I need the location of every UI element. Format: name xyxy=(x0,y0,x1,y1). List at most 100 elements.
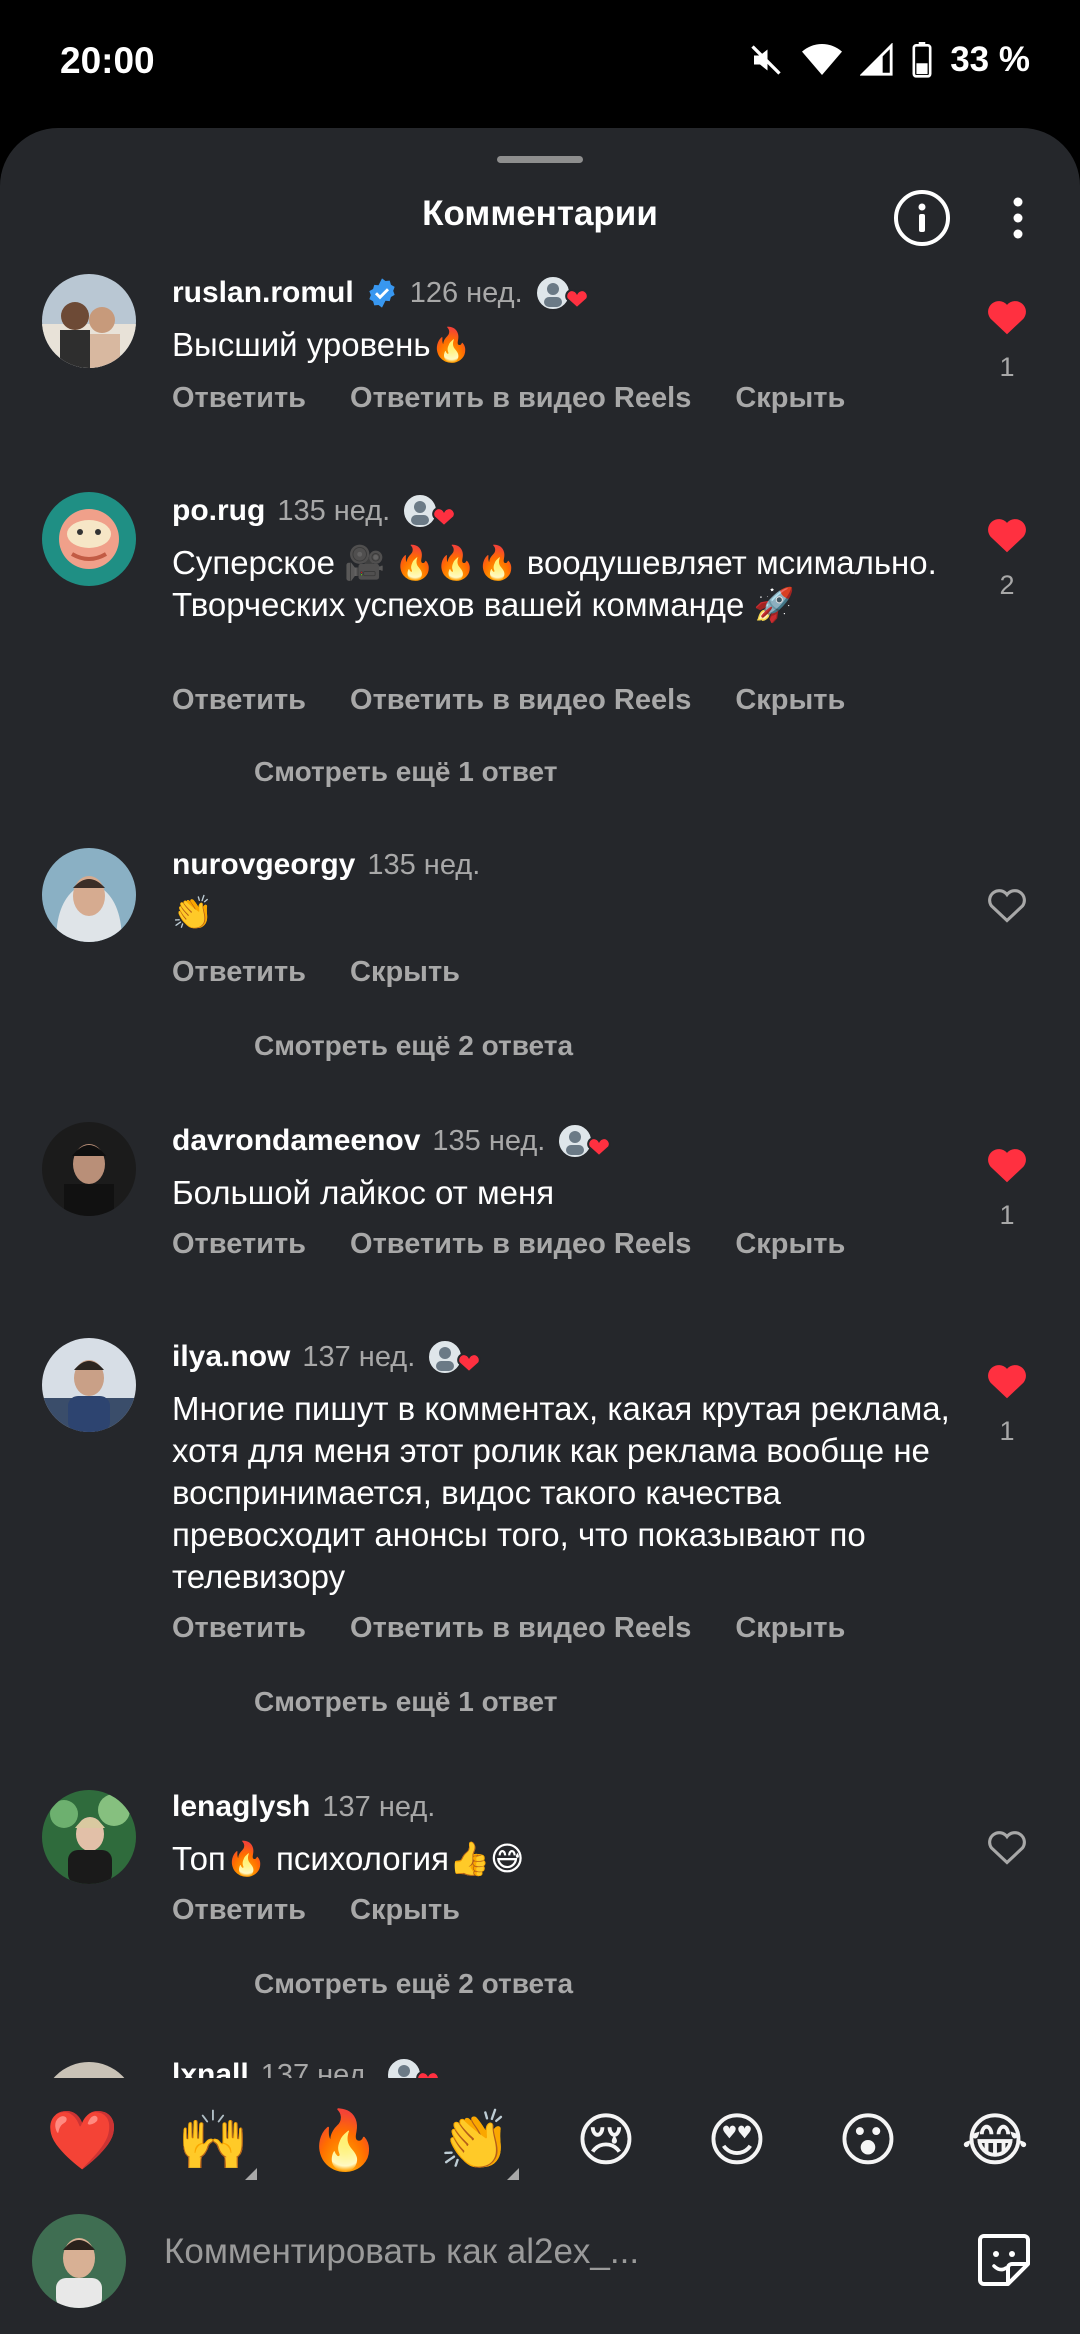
heart-icon xyxy=(988,1365,1026,1399)
comment-actions: Ответить Ответить в видео Reels Скрыть xyxy=(172,684,845,717)
like-count: 2 xyxy=(999,570,1015,600)
reaction-clap[interactable]: 👏 xyxy=(439,2104,519,2180)
like-count: 1 xyxy=(999,352,1015,382)
comment-composer: Комментировать как al2ex_... xyxy=(0,2204,1080,2334)
comment-input[interactable]: Комментировать как al2ex_... xyxy=(164,2232,639,2272)
comment-actions: Ответить Скрыть xyxy=(172,1894,460,1927)
reply-in-reels-button[interactable]: Ответить в видео Reels xyxy=(350,1228,691,1261)
heart-outline-icon xyxy=(988,1831,1026,1865)
reply-button[interactable]: Ответить xyxy=(172,1228,306,1261)
comment-actions: Ответить Ответить в видео Reels Скрыть xyxy=(172,382,845,415)
comment-username[interactable]: nurovgeorgy xyxy=(172,848,355,882)
comment-header: lxnall 137 нед. xyxy=(172,2056,444,2078)
comment-header: lenaglysh 137 нед. xyxy=(172,1790,435,1824)
reply-in-reels-button[interactable]: Ответить в видео Reels xyxy=(350,382,691,415)
reaction-wow[interactable]: 😮 xyxy=(832,2104,904,2176)
like-count: 1 xyxy=(999,1416,1015,1446)
comment-username[interactable]: ruslan.romul xyxy=(172,276,354,310)
reaction-laughing[interactable]: 😂 xyxy=(959,2104,1031,2176)
reply-button[interactable]: Ответить xyxy=(172,684,306,717)
reaction-heart-eyes[interactable]: 😍 xyxy=(701,2104,773,2176)
comment-time: 137 нед. xyxy=(322,1790,436,1823)
heart-outline-icon xyxy=(988,889,1026,923)
creator-liked-badge xyxy=(534,274,593,312)
info-button[interactable] xyxy=(892,188,952,248)
heart-icon xyxy=(988,1149,1026,1183)
like-button[interactable]: 1 xyxy=(984,1146,1030,1231)
comment-username[interactable]: lenaglysh xyxy=(172,1790,310,1824)
comment-header: ilya.now 137 нед. xyxy=(172,1338,485,1376)
battery-icon xyxy=(912,42,932,78)
view-more-replies[interactable]: Смотреть ещё 1 ответ xyxy=(254,1686,557,1718)
signal-icon xyxy=(860,43,893,76)
avatar[interactable] xyxy=(42,492,136,586)
more-options-button[interactable] xyxy=(1000,188,1036,248)
comment-time: 135 нед. xyxy=(367,848,481,881)
like-button[interactable]: 1 xyxy=(984,298,1030,383)
comment-text: Многие пишут в комментах, какая крутая р… xyxy=(172,1390,950,1595)
creator-liked-badge xyxy=(385,2056,444,2078)
comment-time: 137 нед. xyxy=(260,2058,374,2079)
reaction-crying[interactable]: 😢 xyxy=(570,2104,642,2176)
view-more-replies[interactable]: Смотреть ещё 1 ответ xyxy=(254,756,557,788)
view-more-replies[interactable]: Смотреть ещё 2 ответа xyxy=(254,1030,573,1062)
reaction-fire[interactable]: 🔥 xyxy=(308,2104,380,2176)
avatar[interactable] xyxy=(42,848,136,942)
sticker-button[interactable] xyxy=(974,2230,1034,2290)
comments-list[interactable]: ruslan.romul 126 нед. Высший уровень🔥 От… xyxy=(0,270,1080,2078)
comment-text: Суперское 🎥 🔥🔥🔥 воодушевляет мсимально. … xyxy=(172,544,937,623)
battery-percent: 33 % xyxy=(950,40,1030,79)
like-button[interactable] xyxy=(984,886,1030,924)
reply-in-reels-button[interactable]: Ответить в видео Reels xyxy=(350,1612,691,1645)
reaction-heart[interactable]: ❤️ xyxy=(46,2104,118,2176)
comment-header: po.rug 135 нед. xyxy=(172,492,460,530)
hide-button[interactable]: Скрыть xyxy=(735,382,845,415)
hide-button[interactable]: Скрыть xyxy=(350,1894,460,1927)
comment-username[interactable]: lxnall xyxy=(172,2058,249,2078)
variants-indicator xyxy=(245,2168,257,2180)
comment-text: Топ🔥 психология👍😅 xyxy=(172,1840,525,1877)
heart-icon xyxy=(988,519,1026,553)
reaction-clap-emoji: 👏 xyxy=(439,2106,512,2174)
comment-username[interactable]: davrondameenov xyxy=(172,1124,420,1158)
comment-username[interactable]: po.rug xyxy=(172,494,265,528)
status-time: 20:00 xyxy=(60,40,155,81)
reply-button[interactable]: Ответить xyxy=(172,956,306,989)
avatar[interactable] xyxy=(42,1790,136,1884)
creator-liked-badge xyxy=(427,1338,485,1376)
mute-icon xyxy=(751,45,781,75)
status-icons: 33 % xyxy=(748,40,1030,80)
comment-time: 126 нед. xyxy=(409,276,523,309)
reaction-raised-hands[interactable]: 🙌 xyxy=(177,2104,257,2180)
reply-in-reels-button[interactable]: Ответить в видео Reels xyxy=(350,684,691,717)
creator-liked-badge xyxy=(557,1122,615,1160)
hide-button[interactable]: Скрыть xyxy=(735,1228,845,1261)
comment-username[interactable]: ilya.now xyxy=(172,1340,290,1374)
like-button[interactable]: 2 xyxy=(984,516,1030,601)
heart-icon xyxy=(988,301,1026,335)
comment-time: 135 нед. xyxy=(277,494,391,527)
view-more-replies[interactable]: Смотреть ещё 2 ответа xyxy=(254,1968,573,2000)
info-icon xyxy=(894,190,950,246)
quick-reactions-bar: ❤️ 🙌 🔥 👏 😢 😍 😮 😂 xyxy=(0,2078,1080,2204)
reply-button[interactable]: Ответить xyxy=(172,382,306,415)
like-button[interactable]: 1 xyxy=(984,1362,1030,1447)
comment-actions: Ответить Ответить в видео Reels Скрыть xyxy=(172,1228,845,1261)
hide-button[interactable]: Скрыть xyxy=(735,1612,845,1645)
hide-button[interactable]: Скрыть xyxy=(735,684,845,717)
sticker-icon xyxy=(978,2234,1030,2286)
comment-header: nurovgeorgy 135 нед. xyxy=(172,848,480,882)
reply-button[interactable]: Ответить xyxy=(172,1894,306,1927)
like-count: 1 xyxy=(999,1200,1015,1230)
avatar[interactable] xyxy=(42,274,136,368)
comment-text: Большой лайкос от меня xyxy=(172,1174,555,1211)
avatar[interactable] xyxy=(42,2062,136,2078)
like-button[interactable] xyxy=(984,1828,1030,1866)
sheet-grabber[interactable] xyxy=(497,156,583,163)
avatar[interactable] xyxy=(42,1338,136,1432)
reply-button[interactable]: Ответить xyxy=(172,1612,306,1645)
more-icon xyxy=(1013,197,1023,239)
hide-button[interactable]: Скрыть xyxy=(350,956,460,989)
avatar[interactable] xyxy=(42,1122,136,1216)
comment-text: Высший уровень🔥 xyxy=(172,326,472,363)
